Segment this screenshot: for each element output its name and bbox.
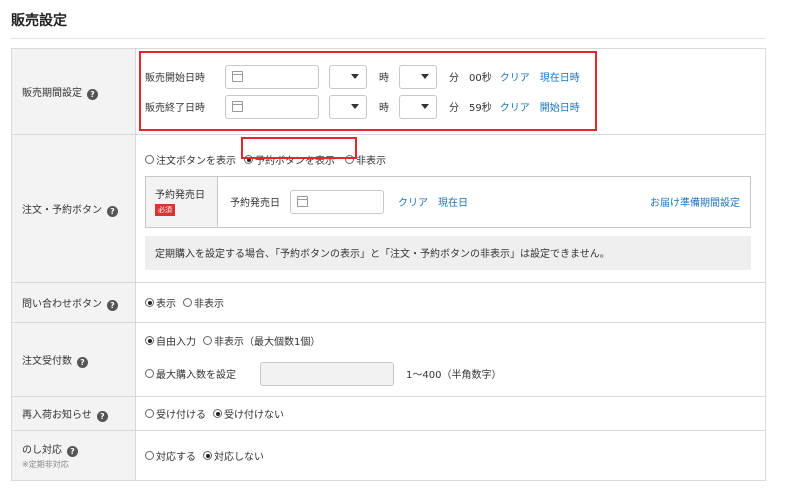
inquiry-radio-group: 表示 非表示 [145,291,765,315]
radio-label: 受け付ける [156,410,206,421]
content-order-button: 注文ボタンを表示 予約ボタンを表示 非表示 予約発売日 必須 予約発売日 クリア… [135,134,766,283]
label-text: 注文・予約ボタン [22,204,102,216]
radio-circle [145,155,154,164]
radio-label: 非表示 [356,156,386,167]
label-text: 再入荷お知らせ [22,409,92,421]
subscription-note: 定期購入を設定する場合、「予約ボタンの表示」と「注文・予約ボタンの非表示」は設定… [145,235,751,270]
radio-label: 表示 [156,299,176,310]
radio-circle [213,409,222,418]
order-button-radio-group: 注文ボタンを表示 予約ボタンを表示 非表示 [145,148,765,172]
radio-label: 非表示 [194,299,224,310]
reservation-date-field-label: 予約発売日 [230,198,280,209]
radio-free-input[interactable]: 自由入力 [145,333,196,348]
highlight-box-reservation [241,137,357,159]
help-icon[interactable]: ? [107,299,118,311]
label-sales-period: 販売期間設定? [11,48,136,135]
radio-noshi-support[interactable]: 対応する [145,448,196,463]
row-order-quantity: 注文受付数? 自由入力 非表示（最大個数1個） 最大購入数を設定 1〜400（半… [11,322,766,397]
reservation-date-now-link[interactable]: 現在日 [438,194,468,209]
radio-label: 対応する [156,452,196,463]
content-noshi: 対応する 対応しない [135,430,766,481]
order-quantity-radio-group: 自由入力 非表示（最大個数1個） [145,329,765,353]
reservation-date-input[interactable] [290,189,384,214]
radio-circle [183,298,192,307]
label-inquiry-button: 問い合わせボタン? [11,282,136,323]
radio-max-purchase[interactable]: 最大購入数を設定 [145,366,236,381]
row-noshi: のし対応? ※定期非対応 対応する 対応しない [11,430,766,481]
radio-noshi-no-support[interactable]: 対応しない [203,448,264,463]
content-sales-period: 販売開始日時 時 分 00秒 クリア 現在日時 販売終了日時 時 分 59秒 ク… [135,48,766,135]
label-text: のし対応 [22,445,62,456]
radio-restock-accept[interactable]: 受け付ける [145,406,206,421]
noshi-radio-group: 対応する 対応しない [145,444,765,468]
radio-circle [203,451,212,460]
reservation-date-clear-link[interactable]: クリア [398,194,428,209]
highlight-box-sales-period [139,51,597,131]
radio-label: 非表示（最大個数1個） [214,337,321,348]
label-order-button: 注文・予約ボタン? [11,134,136,283]
range-hint: 1〜400（半角数字） [406,370,502,381]
section-title: 販売設定 [11,13,67,29]
radio-label: 注文ボタンを表示 [156,156,236,167]
row-order-button: 注文・予約ボタン? 注文ボタンを表示 予約ボタンを表示 非表示 予約発売日 必須… [11,134,766,283]
radio-circle [145,336,154,345]
content-order-quantity: 自由入力 非表示（最大個数1個） 最大購入数を設定 1〜400（半角数字） [135,322,766,397]
label-text: 予約発売日 [155,189,205,201]
label-noshi: のし対応? ※定期非対応 [11,430,136,481]
radio-label: 受け付けない [224,410,284,421]
help-icon[interactable]: ? [67,446,78,457]
radio-restock-decline[interactable]: 受け付けない [213,406,284,421]
restock-radio-group: 受け付ける 受け付けない [145,402,765,426]
row-sales-period: 販売期間設定? 販売開始日時 時 分 00秒 クリア 現在日時 販売終了日時 時… [11,48,766,135]
sales-settings-page: 販売設定 販売期間設定? 販売開始日時 時 分 00秒 クリア 現在日時 販売終… [0,0,793,500]
radio-circle [145,451,154,460]
reservation-date-content: 予約発売日 クリア 現在日 お届け準備期間設定 [218,177,750,227]
noshi-sublabel: ※定期非対応 [22,460,69,469]
label-order-quantity: 注文受付数? [11,322,136,397]
max-purchase-input[interactable] [260,361,394,386]
radio-circle [145,298,154,307]
label-text: 販売期間設定 [22,87,82,99]
reservation-date-box: 予約発売日 必須 予約発売日 クリア 現在日 お届け準備期間設定 [145,175,751,228]
help-icon[interactable]: ? [77,356,88,368]
calendar-icon[interactable] [297,196,308,207]
radio-circle [145,409,154,418]
content-restock-notice: 受け付ける 受け付けない [135,396,766,431]
label-restock-notice: 再入荷お知らせ? [11,396,136,431]
radio-inquiry-hide[interactable]: 非表示 [183,295,224,310]
radio-circle [145,369,154,378]
reservation-date-label: 予約発売日 必須 [146,176,218,227]
radio-label: 自由入力 [156,337,196,348]
row-inquiry-button: 問い合わせボタン? 表示 非表示 [11,282,766,323]
help-icon[interactable]: ? [107,205,118,217]
radio-label: 最大購入数を設定 [156,370,236,381]
help-icon[interactable]: ? [96,410,108,422]
label-text: 問い合わせボタン [22,298,102,310]
row-restock-notice: 再入荷お知らせ? 受け付ける 受け付けない [11,396,766,431]
content-inquiry-button: 表示 非表示 [135,282,766,323]
required-badge: 必須 [155,203,175,216]
delivery-preparation-link[interactable]: お届け準備期間設定 [650,194,740,209]
radio-inquiry-show[interactable]: 表示 [145,295,176,310]
help-icon[interactable]: ? [87,88,98,100]
settings-table: 販売期間設定? 販売開始日時 時 分 00秒 クリア 現在日時 販売終了日時 時… [11,48,766,481]
label-text: 注文受付数 [22,355,72,367]
title-divider [11,38,766,39]
radio-show-order[interactable]: 注文ボタンを表示 [145,152,236,167]
max-purchase-row: 最大購入数を設定 1〜400（半角数字） [145,357,765,391]
radio-quantity-hidden[interactable]: 非表示（最大個数1個） [203,333,320,348]
radio-circle [203,336,212,345]
radio-label: 対応しない [214,452,264,463]
